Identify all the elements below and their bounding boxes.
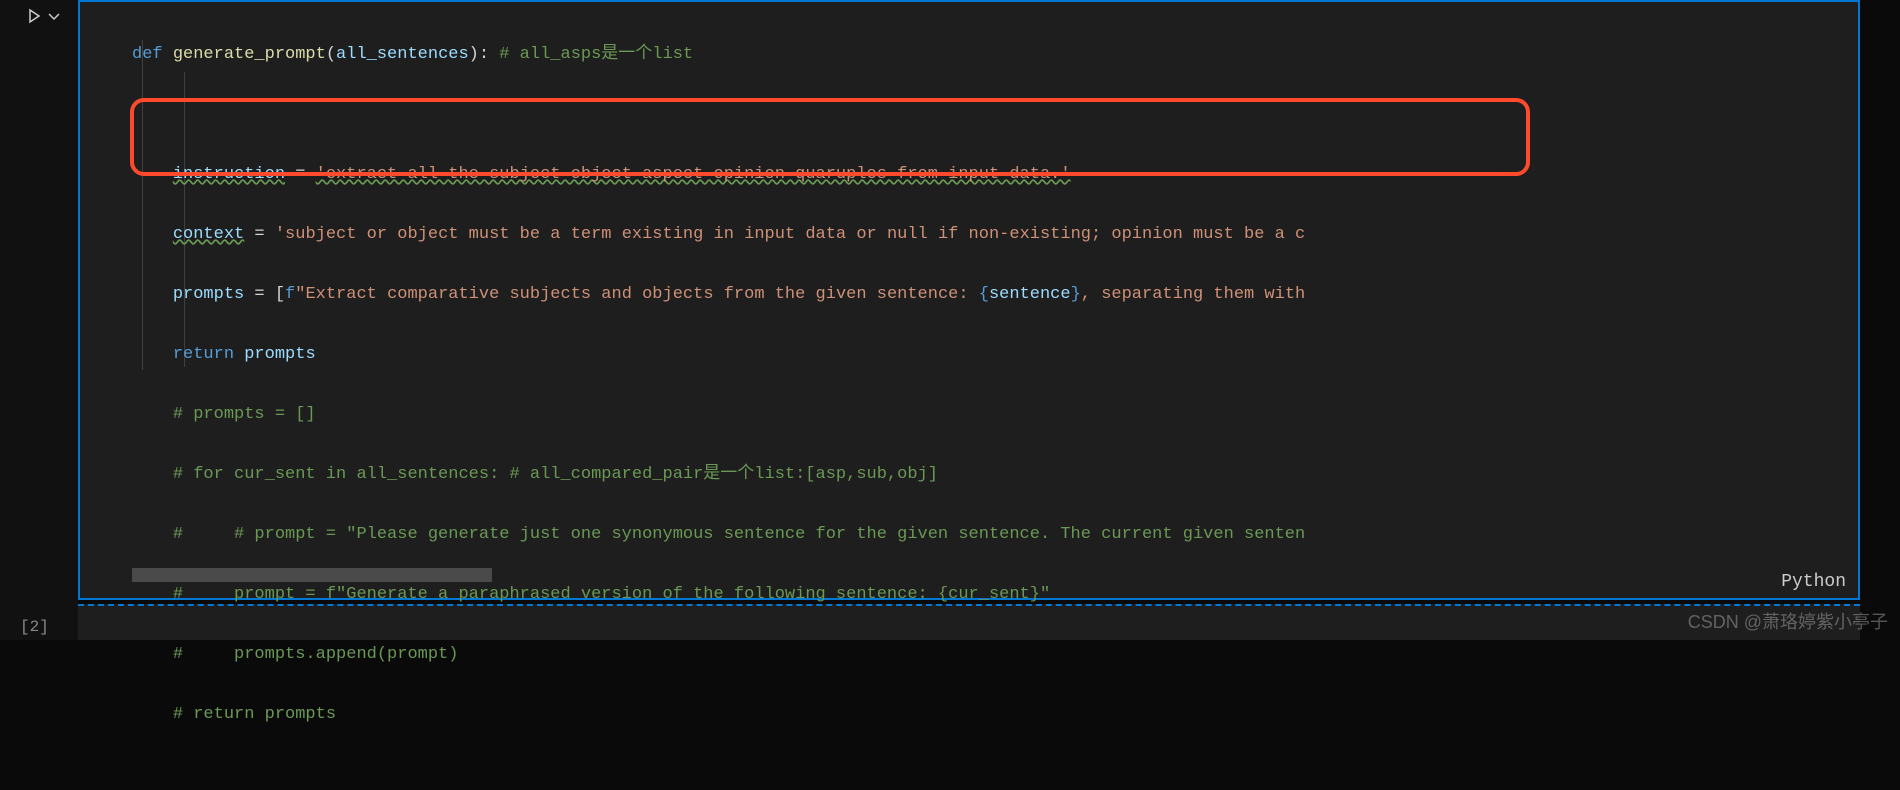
code-line[interactable]: # prompts.append(prompt): [132, 640, 1858, 670]
code-line[interactable]: # prompts = []: [132, 400, 1858, 430]
code-line[interactable]: prompts = [f"Extract comparative subject…: [132, 280, 1858, 310]
code-line[interactable]: instruction = 'extract all the subject-o…: [132, 160, 1858, 190]
code-line[interactable]: # # prompt = "Please generate just one s…: [132, 520, 1858, 550]
code-line[interactable]: return prompts: [132, 340, 1858, 370]
cell-execution-count: [2]: [20, 618, 49, 636]
watermark: CSDN @萧珞婷紫小亭子: [1688, 608, 1888, 634]
language-label[interactable]: Python: [1781, 572, 1846, 592]
code-line[interactable]: [132, 100, 1858, 130]
code-line[interactable]: # for cur_sent in all_sentences: # all_c…: [132, 460, 1858, 490]
horizontal-scrollbar[interactable]: [132, 568, 492, 582]
code-line[interactable]: # return prompts: [132, 700, 1858, 730]
next-cell-area[interactable]: [78, 604, 1860, 640]
code-line[interactable]: def generate_prompt(all_sentences): # al…: [132, 40, 1858, 70]
editor-gutter: [2]: [0, 0, 78, 640]
code-editor[interactable]: def generate_prompt(all_sentences): # al…: [78, 0, 1860, 600]
chevron-down-icon: [46, 8, 62, 24]
run-cell-button[interactable]: [26, 8, 62, 24]
play-icon: [26, 8, 42, 24]
code-content[interactable]: def generate_prompt(all_sentences): # al…: [80, 2, 1858, 790]
code-line[interactable]: context = 'subject or object must be a t…: [132, 220, 1858, 250]
